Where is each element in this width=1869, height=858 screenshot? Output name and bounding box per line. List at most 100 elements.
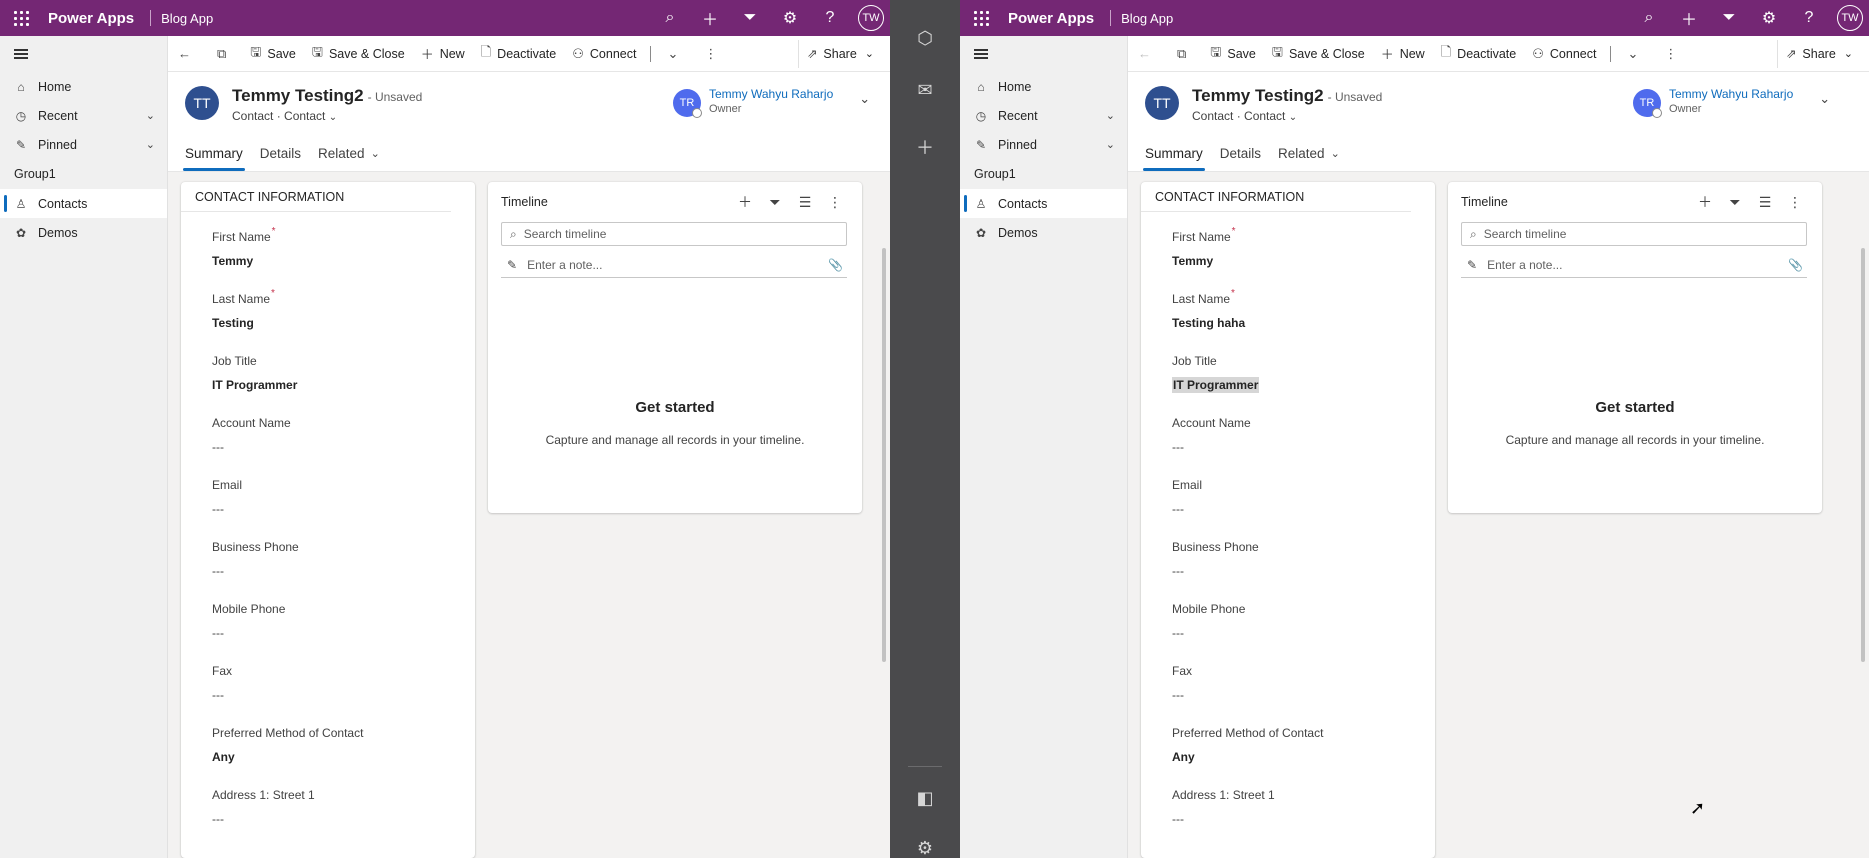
copilot-icon[interactable]: ⬡	[913, 26, 937, 50]
fax-input[interactable]: ---	[212, 678, 475, 718]
nav-item-contacts[interactable]: ♙ Contacts	[960, 189, 1127, 218]
job-title-input[interactable]: IT Programmer	[212, 368, 475, 408]
nav-item-recent[interactable]: ◷ Recent ⌄	[960, 101, 1127, 130]
first-name-input[interactable]: Temmy	[212, 244, 475, 284]
sort-list-icon[interactable]: ☰	[790, 192, 820, 212]
search-icon[interactable]: ⌕	[1629, 0, 1669, 36]
filter-icon[interactable]: ⏷	[1709, 0, 1749, 36]
gear-icon[interactable]: ⚙	[913, 836, 937, 858]
help-icon[interactable]: ?	[810, 0, 850, 36]
business-phone-input[interactable]: ---	[212, 554, 475, 594]
app-launcher-icon[interactable]	[960, 0, 1002, 36]
back-button[interactable]: ←	[168, 36, 207, 72]
mobile-phone-input[interactable]: ---	[212, 616, 475, 656]
last-name-input[interactable]: Testing	[212, 306, 475, 346]
chevron-down-icon[interactable]: ⌄	[146, 109, 155, 122]
user-avatar[interactable]: TW	[1837, 5, 1863, 31]
header-expand-chevron-icon[interactable]: ⌄	[859, 91, 870, 107]
account-name-input[interactable]: ---	[212, 430, 475, 470]
filter-icon[interactable]: ⏷	[730, 0, 770, 36]
filter-icon[interactable]: ⏷	[760, 192, 790, 212]
share-button[interactable]: ⇗ Share ⌄	[797, 39, 882, 68]
owner-link[interactable]: Temmy Wahyu Raharjo	[709, 87, 833, 101]
save-button[interactable]: 🖫 Save	[242, 36, 304, 72]
last-name-input[interactable]: Testing haha	[1172, 306, 1435, 346]
save-button[interactable]: 🖫 Save	[1202, 36, 1264, 72]
app-launcher-icon[interactable]	[0, 0, 42, 36]
plus-icon[interactable]: ＋	[1690, 192, 1720, 212]
tab-details[interactable]: Details	[1220, 138, 1261, 168]
nav-item-contacts[interactable]: ♙ Contacts	[0, 189, 167, 218]
account-name-input[interactable]: ---	[1172, 430, 1435, 470]
search-icon[interactable]: ⌕	[650, 0, 690, 36]
address-street1-input[interactable]: ---	[1172, 802, 1435, 842]
app-name[interactable]: Blog App	[1121, 11, 1173, 26]
form-scrollbar[interactable]	[1861, 248, 1865, 662]
connect-dropdown-button[interactable]: ⌄	[1617, 36, 1654, 72]
connect-button[interactable]: ⚇ Connect	[564, 36, 644, 72]
more-vertical-icon[interactable]: ⋮	[820, 192, 850, 212]
nav-item-demos[interactable]: ✿ Demos	[960, 218, 1127, 247]
nav-item-pinned[interactable]: ✎ Pinned ⌄	[0, 130, 167, 159]
save-close-button[interactable]: 🖫 Save & Close	[1264, 36, 1373, 72]
email-input[interactable]: ---	[1172, 492, 1435, 532]
tab-summary[interactable]: Summary	[1143, 138, 1205, 171]
user-avatar[interactable]: TW	[858, 5, 884, 31]
tab-details[interactable]: Details	[260, 138, 301, 168]
connect-dropdown-button[interactable]: ⌄	[657, 36, 694, 72]
filter-icon[interactable]: ⏷	[1720, 192, 1750, 212]
brand-label[interactable]: Power Apps	[1002, 10, 1100, 27]
form-scrollbar[interactable]	[882, 248, 886, 662]
nav-item-home[interactable]: ⌂ Home	[960, 72, 1127, 101]
paperclip-icon[interactable]: 📎	[828, 258, 843, 272]
more-commands-button[interactable]: ⋮	[694, 36, 733, 72]
brand-label[interactable]: Power Apps	[42, 10, 140, 27]
timeline-search-input[interactable]: ⌕ Search timeline	[501, 222, 847, 246]
hamburger-icon[interactable]	[960, 36, 1127, 72]
plus-icon[interactable]: ＋	[690, 0, 730, 36]
chevron-down-icon[interactable]: ⌄	[329, 112, 337, 123]
nav-item-demos[interactable]: ✿ Demos	[0, 218, 167, 247]
job-title-input[interactable]: IT Programmer	[1172, 368, 1435, 408]
chevron-down-icon[interactable]: ⌄	[1106, 109, 1115, 122]
preferred-contact-select[interactable]: Any	[212, 740, 475, 780]
new-button[interactable]: ＋ New	[1373, 36, 1433, 72]
save-close-button[interactable]: 🖫 Save & Close	[304, 36, 413, 72]
business-phone-input[interactable]: ---	[1172, 554, 1435, 594]
back-button[interactable]: ←	[1128, 36, 1167, 72]
plus-icon[interactable]: ＋	[913, 135, 937, 159]
new-button[interactable]: ＋ New	[413, 36, 473, 72]
header-expand-chevron-icon[interactable]: ⌄	[1819, 91, 1830, 107]
help-icon[interactable]: ?	[1789, 0, 1829, 36]
connect-button[interactable]: ⚇ Connect	[1524, 36, 1604, 72]
tab-related[interactable]: Related ⌄	[1278, 138, 1340, 168]
chevron-down-icon[interactable]: ⌄	[146, 138, 155, 151]
timeline-search-input[interactable]: ⌕ Search timeline	[1461, 222, 1807, 246]
preferred-contact-select[interactable]: Any	[1172, 740, 1435, 780]
more-vertical-icon[interactable]: ⋮	[1780, 192, 1810, 212]
paperclip-icon[interactable]: 📎	[1788, 258, 1803, 272]
nav-item-recent[interactable]: ◷ Recent ⌄	[0, 101, 167, 130]
email-input[interactable]: ---	[212, 492, 475, 532]
tab-summary[interactable]: Summary	[183, 138, 245, 171]
fax-input[interactable]: ---	[1172, 678, 1435, 718]
gear-icon[interactable]: ⚙	[770, 0, 810, 36]
chevron-down-icon[interactable]: ⌄	[1289, 112, 1297, 123]
form-selector[interactable]: Contact	[284, 109, 325, 123]
chevron-down-icon[interactable]: ⌄	[1106, 138, 1115, 151]
gear-icon[interactable]: ⚙	[1749, 0, 1789, 36]
deactivate-button[interactable]: 🗋 Deactivate	[473, 36, 565, 72]
more-commands-button[interactable]: ⋮	[1654, 36, 1693, 72]
app-name[interactable]: Blog App	[161, 11, 213, 26]
owner-link[interactable]: Temmy Wahyu Raharjo	[1669, 87, 1793, 101]
hamburger-icon[interactable]	[0, 36, 167, 72]
share-button[interactable]: ⇗ Share ⌄	[1776, 39, 1861, 68]
plus-icon[interactable]: ＋	[1669, 0, 1709, 36]
mobile-phone-input[interactable]: ---	[1172, 616, 1435, 656]
nav-item-pinned[interactable]: ✎ Pinned ⌄	[960, 130, 1127, 159]
sort-list-icon[interactable]: ☰	[1750, 192, 1780, 212]
nav-item-home[interactable]: ⌂ Home	[0, 72, 167, 101]
tab-related[interactable]: Related ⌄	[318, 138, 380, 168]
address-street1-input[interactable]: ---	[212, 802, 475, 842]
note-input[interactable]: ✎ Enter a note... 📎	[501, 252, 847, 278]
